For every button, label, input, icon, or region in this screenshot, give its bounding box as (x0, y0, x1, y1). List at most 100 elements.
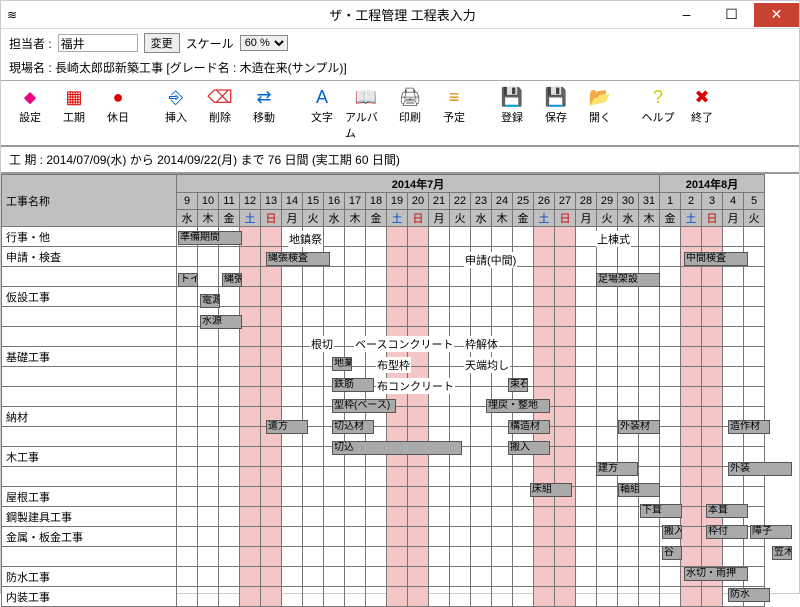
gantt-cell[interactable] (303, 267, 324, 287)
tool-挿入[interactable]: ⎆挿入 (155, 85, 197, 141)
gantt-cell[interactable] (429, 347, 450, 367)
gantt-cell[interactable] (303, 347, 324, 367)
gantt-cell[interactable] (429, 307, 450, 327)
gantt-cell[interactable] (534, 507, 555, 527)
gantt-cell[interactable] (597, 347, 618, 367)
gantt-cell[interactable] (177, 387, 198, 407)
gantt-cell[interactable] (282, 527, 303, 547)
gantt-cell[interactable] (282, 427, 303, 447)
gantt-cell[interactable] (366, 467, 387, 487)
gantt-cell[interactable] (429, 467, 450, 487)
gantt-cell[interactable] (660, 567, 681, 587)
gantt-cell[interactable] (471, 227, 492, 247)
gantt-cell[interactable] (723, 447, 744, 467)
gantt-cell[interactable] (198, 287, 219, 307)
gantt-cell[interactable] (324, 287, 345, 307)
gantt-cell[interactable] (723, 527, 744, 547)
gantt-cell[interactable] (387, 567, 408, 587)
gantt-cell[interactable] (576, 467, 597, 487)
gantt-cell[interactable] (366, 227, 387, 247)
gantt-cell[interactable] (576, 447, 597, 467)
gantt-cell[interactable] (408, 247, 429, 267)
gantt-cell[interactable] (492, 247, 513, 267)
gantt-cell[interactable] (618, 267, 639, 287)
gantt-cell[interactable] (723, 227, 744, 247)
gantt-cell[interactable] (366, 447, 387, 467)
gantt-cell[interactable] (408, 567, 429, 587)
gantt-cell[interactable] (681, 287, 702, 307)
gantt-cell[interactable] (198, 547, 219, 567)
gantt-cell[interactable] (429, 227, 450, 247)
gantt-cell[interactable] (450, 467, 471, 487)
gantt-cell[interactable] (723, 307, 744, 327)
gantt-cell[interactable] (387, 247, 408, 267)
gantt-cell[interactable] (198, 587, 219, 607)
gantt-cell[interactable] (492, 427, 513, 447)
gantt-cell[interactable] (429, 447, 450, 467)
gantt-cell[interactable] (366, 367, 387, 387)
gantt-cell[interactable] (429, 507, 450, 527)
gantt-cell[interactable] (576, 427, 597, 447)
gantt-cell[interactable] (240, 567, 261, 587)
gantt-cell[interactable] (345, 507, 366, 527)
person-input[interactable] (58, 34, 138, 52)
gantt-cell[interactable] (240, 367, 261, 387)
gantt-cell[interactable] (702, 267, 723, 287)
gantt-cell[interactable] (723, 547, 744, 567)
gantt-cell[interactable] (429, 367, 450, 387)
gantt-cell[interactable] (513, 307, 534, 327)
gantt-cell[interactable] (534, 307, 555, 327)
gantt-cell[interactable] (387, 467, 408, 487)
gantt-cell[interactable] (702, 547, 723, 567)
gantt-cell[interactable] (429, 587, 450, 607)
gantt-cell[interactable] (597, 507, 618, 527)
gantt-cell[interactable] (576, 267, 597, 287)
gantt-cell[interactable] (744, 307, 765, 327)
gantt-cell[interactable] (723, 467, 744, 487)
gantt-cell[interactable] (408, 287, 429, 307)
gantt-cell[interactable] (597, 307, 618, 327)
gantt-cell[interactable] (681, 527, 702, 547)
gantt-cell[interactable] (219, 547, 240, 567)
gantt-cell[interactable] (471, 287, 492, 307)
gantt-cell[interactable] (639, 227, 660, 247)
gantt-cell[interactable] (597, 287, 618, 307)
gantt-cell[interactable] (702, 447, 723, 467)
gantt-cell[interactable] (177, 447, 198, 467)
gantt-cell[interactable] (324, 567, 345, 587)
gantt-cell[interactable] (639, 567, 660, 587)
gantt-cell[interactable] (366, 287, 387, 307)
gantt-cell[interactable] (261, 527, 282, 547)
gantt-cell[interactable] (597, 327, 618, 347)
gantt-cell[interactable] (513, 347, 534, 367)
gantt-cell[interactable] (177, 427, 198, 447)
gantt-cell[interactable] (723, 387, 744, 407)
gantt-cell[interactable] (534, 527, 555, 547)
gantt-cell[interactable] (366, 487, 387, 507)
gantt-cell[interactable] (240, 347, 261, 367)
gantt-cell[interactable] (198, 247, 219, 267)
gantt-cell[interactable] (261, 447, 282, 467)
gantt-cell[interactable] (324, 227, 345, 247)
gantt-cell[interactable] (261, 327, 282, 347)
gantt-cell[interactable] (303, 247, 324, 267)
gantt-cell[interactable] (177, 407, 198, 427)
gantt-cell[interactable] (597, 447, 618, 467)
gantt-cell[interactable] (744, 287, 765, 307)
gantt-cell[interactable] (429, 387, 450, 407)
gantt-cell[interactable] (471, 567, 492, 587)
gantt-cell[interactable] (219, 527, 240, 547)
gantt-cell[interactable] (282, 467, 303, 487)
gantt-cell[interactable] (345, 227, 366, 247)
gantt-cell[interactable] (471, 367, 492, 387)
gantt-cell[interactable] (450, 527, 471, 547)
gantt-cell[interactable] (639, 527, 660, 547)
gantt-cell[interactable] (702, 487, 723, 507)
gantt-cell[interactable] (282, 447, 303, 467)
gantt-cell[interactable] (219, 507, 240, 527)
gantt-cell[interactable] (324, 407, 345, 427)
gantt-cell[interactable] (387, 267, 408, 287)
gantt-cell[interactable] (240, 307, 261, 327)
gantt-cell[interactable] (324, 487, 345, 507)
gantt-cell[interactable] (681, 267, 702, 287)
